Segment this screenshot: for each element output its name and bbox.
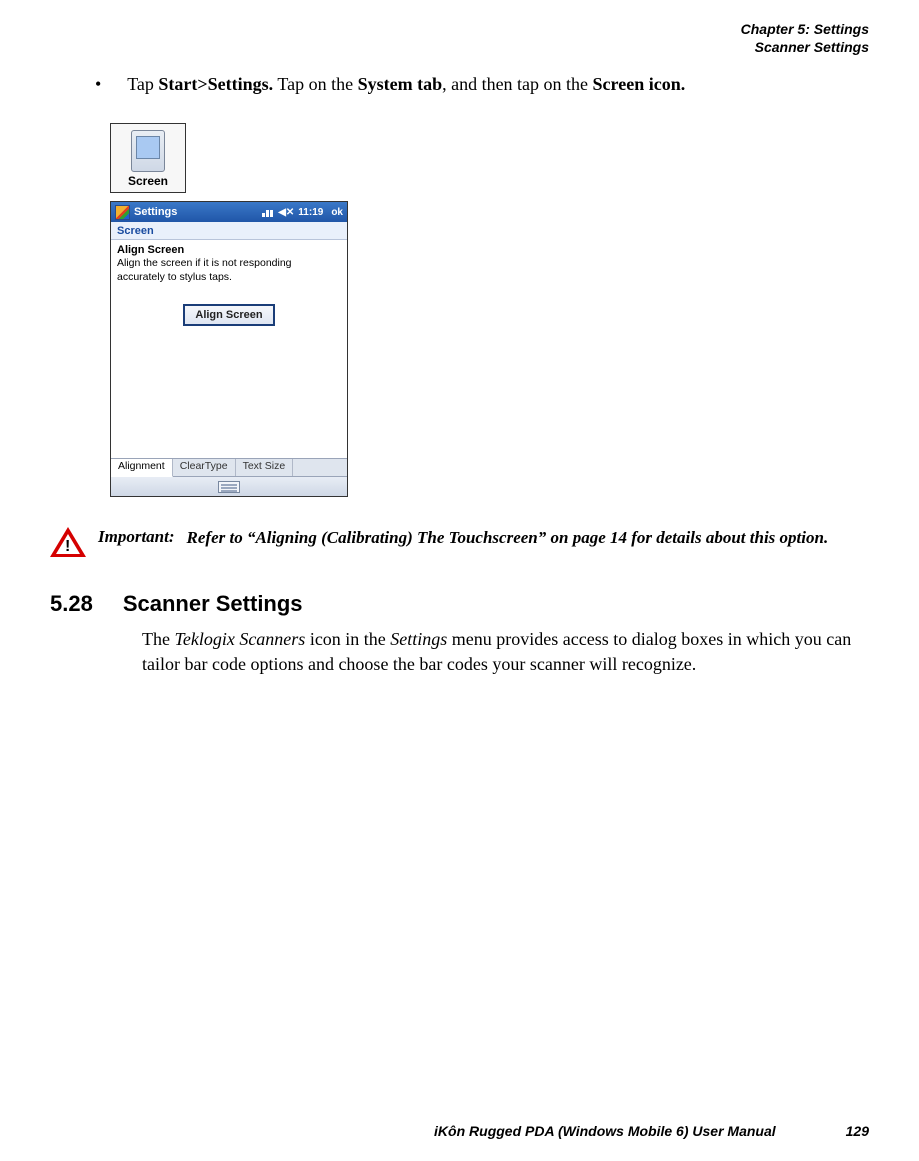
section-heading: 5.28 Scanner Settings xyxy=(50,591,869,617)
screenshot-titlebar: Settings ◀✕ 11:19 ok xyxy=(111,202,347,222)
page-footer: iKôn Rugged PDA (Windows Mobile 6) User … xyxy=(50,1123,869,1139)
instr-b1: Start>Settings. xyxy=(158,74,273,94)
screen-icon-tile: Screen xyxy=(110,123,186,193)
breadcrumb: Screen xyxy=(111,222,347,240)
ok-button[interactable]: ok xyxy=(331,207,343,218)
align-description: Align the screen if it is not responding… xyxy=(117,257,341,283)
header-chapter: Chapter 5: Settings xyxy=(50,20,869,38)
para-i2: Settings xyxy=(390,629,447,649)
section-number: 5.28 xyxy=(50,591,93,617)
status-area: ◀✕ 11:19 ok xyxy=(262,207,343,218)
tab-textsize[interactable]: Text Size xyxy=(236,459,294,476)
important-note: ! Important: Refer to “Aligning (Calibra… xyxy=(50,527,869,557)
instr-mid: Tap on the xyxy=(273,74,357,94)
settings-screenshot: Settings ◀✕ 11:19 ok Screen Align Screen… xyxy=(110,201,348,497)
screen-icon-label: Screen xyxy=(115,174,181,188)
align-screen-button[interactable]: Align Screen xyxy=(183,304,274,326)
signal-icon xyxy=(262,207,274,217)
align-heading: Align Screen xyxy=(117,244,341,256)
windows-flag-icon xyxy=(115,205,130,220)
important-text: Refer to “Aligning (Calibrating) The Tou… xyxy=(187,527,829,550)
instr-b2: System tab xyxy=(358,74,443,94)
instr-b3: Screen icon. xyxy=(593,74,686,94)
page-header: Chapter 5: Settings Scanner Settings xyxy=(50,20,869,56)
tab-cleartype[interactable]: ClearType xyxy=(173,459,236,476)
pda-icon xyxy=(131,130,165,172)
footer-page: 129 xyxy=(846,1123,869,1139)
screenshot-body: Align Screen Align the screen if it is n… xyxy=(111,240,347,458)
section-title: Scanner Settings xyxy=(123,591,303,617)
para-pre: The xyxy=(142,629,174,649)
warning-icon: ! xyxy=(50,527,86,557)
header-section: Scanner Settings xyxy=(50,38,869,56)
window-title: Settings xyxy=(134,206,262,218)
section-paragraph: The Teklogix Scanners icon in the Settin… xyxy=(142,627,862,676)
bullet: • xyxy=(95,74,123,95)
clock-label: 11:19 xyxy=(298,207,323,218)
instruction-line: • Tap Start>Settings. Tap on the System … xyxy=(95,74,869,95)
important-label: Important: xyxy=(94,527,179,547)
speaker-icon: ◀✕ xyxy=(278,207,294,218)
instr-pre: Tap xyxy=(127,74,158,94)
footer-manual: iKôn Rugged PDA (Windows Mobile 6) User … xyxy=(434,1123,776,1139)
keyboard-icon[interactable] xyxy=(218,481,240,493)
para-mid1: icon in the xyxy=(305,629,390,649)
sip-bar xyxy=(111,476,347,496)
instr-mid2: , and then tap on the xyxy=(442,74,592,94)
screenshot-tabs: Alignment ClearType Text Size xyxy=(111,458,347,476)
tab-alignment[interactable]: Alignment xyxy=(111,459,173,477)
para-i1: Teklogix Scanners xyxy=(174,629,305,649)
